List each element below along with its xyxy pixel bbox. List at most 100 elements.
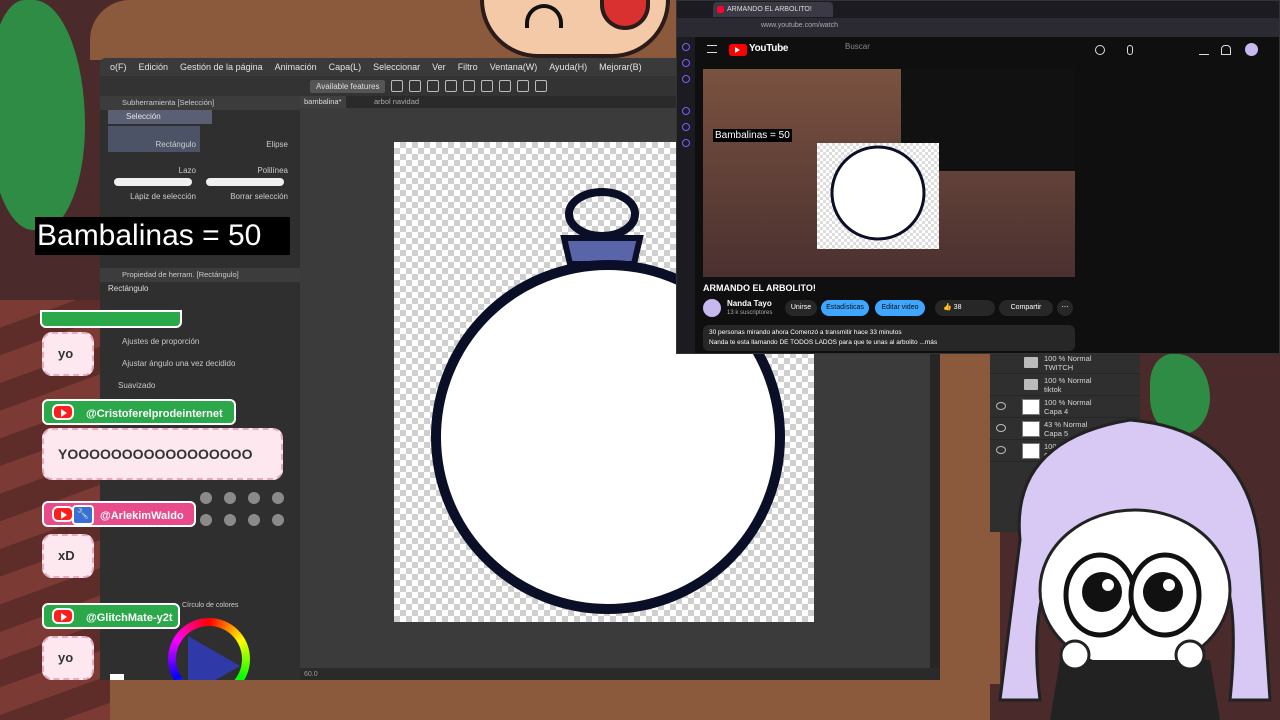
brush-size-dot[interactable] <box>272 514 284 526</box>
address-bar[interactable]: www.youtube.com/watch <box>677 18 1279 37</box>
tool-erase-selection-label: Borrar selección <box>230 192 288 201</box>
youtube-logo-text[interactable]: YouTube <box>749 43 789 54</box>
brush-size-dot[interactable] <box>200 492 212 504</box>
youtube-icon <box>52 608 74 624</box>
tool-erase-selection[interactable]: Borrar selección <box>200 178 292 204</box>
sidebar-icon[interactable] <box>682 139 690 147</box>
search-icon[interactable] <box>1095 45 1105 55</box>
sub-tool-tab-selection[interactable]: Selección <box>108 110 212 124</box>
view-icon[interactable] <box>427 80 440 92</box>
youtube-logo-icon[interactable] <box>729 44 747 56</box>
sidebar-icon[interactable] <box>682 123 690 131</box>
tool-lasso[interactable]: Lazo <box>108 152 200 178</box>
menu-item-file[interactable]: o(F) <box>110 62 127 72</box>
copy-icon[interactable] <box>445 80 458 92</box>
menu-item-select[interactable]: Seleccionar <box>373 62 420 72</box>
brush-size-dot[interactable] <box>272 492 284 504</box>
brush-size-dot[interactable] <box>248 514 260 526</box>
menu-item-page[interactable]: Gestión de la página <box>180 62 263 72</box>
browser-tab[interactable]: ARMANDO EL ARBOLITO! <box>713 2 833 17</box>
edit-video-button[interactable]: Editar video <box>875 300 925 316</box>
sidebar-icon[interactable] <box>682 75 690 83</box>
hamburger-icon[interactable] <box>707 45 717 53</box>
channel-name[interactable]: Nanda Tayo <box>727 299 772 308</box>
tab-bambalina[interactable]: bambalina* <box>300 96 346 108</box>
sidebar-icon[interactable] <box>682 59 690 67</box>
tool-ellipse[interactable]: Elipse <box>200 126 292 152</box>
share-button[interactable]: Compartir <box>999 300 1053 316</box>
folder-icon <box>1024 357 1038 368</box>
browser-window: ARMANDO EL ARBOLITO! www.youtube.com/wat… <box>676 0 1280 354</box>
menu-icon[interactable] <box>391 80 404 92</box>
chat-message: yo <box>42 636 94 680</box>
description-line-1: 30 personas mirando ahora Comenzó a tran… <box>709 329 902 336</box>
tool-property-name: Rectángulo <box>108 284 149 293</box>
option-aspect-ratio[interactable]: Ajustes de proporción <box>108 334 288 350</box>
chat-username-badge: @Cristoferelprodeinternet <box>42 399 236 425</box>
video-preview-ornament <box>830 145 926 241</box>
ornament-cap <box>560 235 644 267</box>
main-color-swatch[interactable] <box>110 674 124 680</box>
chat-message: YOOOOOOOOOOOOOOOOO <box>42 428 283 480</box>
ornament-hook <box>565 188 639 240</box>
available-features-button[interactable]: Available features <box>310 79 386 93</box>
undo-icon[interactable] <box>499 80 512 92</box>
tool-selection-pen-label: Lápiz de selección <box>130 192 196 201</box>
color-triangle[interactable] <box>188 636 240 680</box>
menu-item-view[interactable]: Ver <box>432 62 446 72</box>
menu-item-edit[interactable]: Edición <box>139 62 169 72</box>
tool-polyline[interactable]: Polilínea <box>200 152 292 178</box>
zoom-readout: 60.0 <box>304 671 318 678</box>
sidebar-icon[interactable] <box>682 107 690 115</box>
tool-selection-pen[interactable]: Lápiz de selección <box>108 178 200 204</box>
tool-ellipse-label: Elipse <box>266 140 288 149</box>
more-options-icon[interactable]: ⋯ <box>1057 300 1073 316</box>
mic-icon[interactable] <box>1127 45 1133 55</box>
layer-row[interactable]: 100 % Normal tiktok <box>990 374 1140 396</box>
brush-size-dot[interactable] <box>224 514 236 526</box>
tool-rectangle[interactable]: Rectángulo <box>108 126 200 152</box>
stats-button[interactable]: Estadísticas <box>821 300 869 316</box>
chat-username-badge: 🔧 @ArlekimWaldo <box>42 501 196 527</box>
tool-polyline-label: Polilínea <box>257 166 288 175</box>
paste-icon[interactable] <box>463 80 476 92</box>
join-button[interactable]: Unirse <box>785 300 817 316</box>
video-description[interactable]: 30 personas mirando ahora Comenzó a tran… <box>703 325 1075 351</box>
brush-size-dot[interactable] <box>248 492 260 504</box>
video-title: ARMANDO EL ARBOLITO! <box>703 283 816 293</box>
avatar[interactable] <box>1245 43 1258 56</box>
fill-icon[interactable] <box>481 80 494 92</box>
status-bar: 60.0 <box>300 670 940 680</box>
upload-icon[interactable] <box>1199 45 1209 55</box>
thumbs-up-icon[interactable]: 👍 <box>943 304 952 311</box>
youtube-icon <box>52 404 74 420</box>
menu-item-improve[interactable]: Mejorar(B) <box>599 62 642 72</box>
menu-item-filter[interactable]: Filtro <box>458 62 478 72</box>
menu-item-help[interactable]: Ayuda(H) <box>549 62 587 72</box>
brush-size-dot[interactable] <box>200 514 212 526</box>
brush-size-dot[interactable] <box>224 492 236 504</box>
channel-avatar[interactable] <box>703 299 721 317</box>
menu-item-animation[interactable]: Animación <box>275 62 317 72</box>
grid-icon[interactable] <box>535 80 548 92</box>
redo-icon[interactable] <box>517 80 530 92</box>
browser-tab-bar: ARMANDO EL ARBOLITO! <box>677 1 1279 18</box>
menu-item-layer[interactable]: Capa(L) <box>329 62 362 72</box>
tab-arbol-navidad[interactable]: arbol navidad <box>370 96 423 108</box>
color-wheel[interactable] <box>168 618 250 680</box>
option-adjust-angle[interactable]: Ajustar ángulo una vez decidido <box>108 356 288 372</box>
chat-username: @GlitchMate-y2t <box>86 612 173 624</box>
menu-item-window[interactable]: Ventana(W) <box>490 62 538 72</box>
chat-username-badge: @GlitchMate-y2t <box>42 603 180 629</box>
bell-icon[interactable] <box>1221 45 1231 55</box>
video-player[interactable]: Bambalinas = 50 <box>703 69 1075 277</box>
like-dislike-button[interactable]: 👍 38 <box>935 300 995 316</box>
layer-row[interactable]: 100 % Normal TWITCH <box>990 352 1140 374</box>
search-input[interactable]: Buscar <box>845 42 870 51</box>
url-text[interactable]: www.youtube.com/watch <box>761 22 838 29</box>
youtube-header: YouTube Buscar <box>695 37 1279 63</box>
color-circle-label: Círculo de colores <box>182 602 239 609</box>
option-antialiasing[interactable]: Suavizado <box>108 378 288 394</box>
pen-icon[interactable] <box>409 80 422 92</box>
sidebar-icon[interactable] <box>682 43 690 51</box>
